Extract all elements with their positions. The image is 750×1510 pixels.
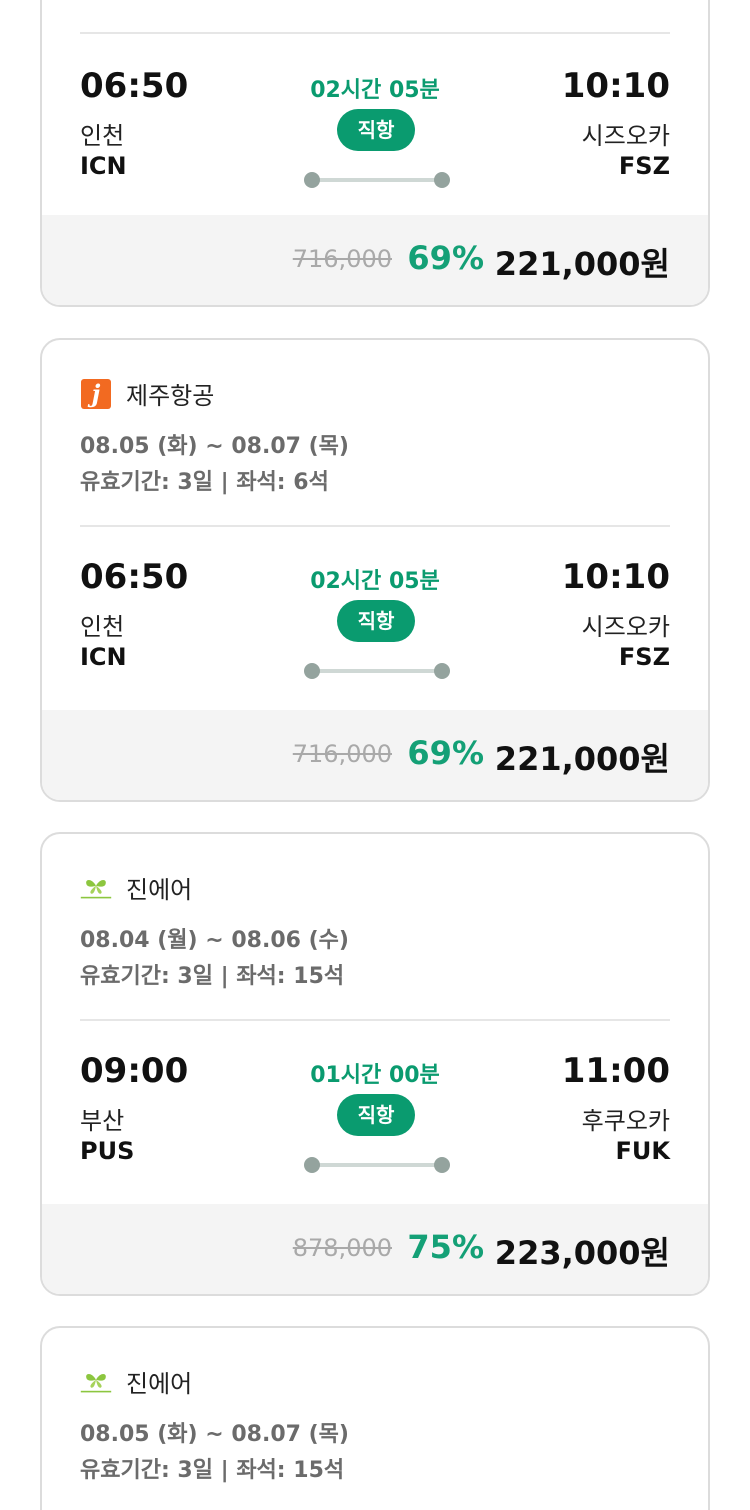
airline-row: j 제주항공: [80, 376, 214, 411]
airline-row: 진에어: [80, 1364, 192, 1399]
arrival-city: 시즈오카: [581, 613, 670, 641]
flight-segment: 06:50 인천 ICN 02시간 05분 직항 10:10 시즈오카 FSZ: [42, 525, 708, 710]
discount-rate: 75%: [407, 1228, 484, 1266]
travel-dates: 08.05 (화) ~ 08.07 (목): [80, 434, 349, 459]
arrival-code: FSZ: [618, 152, 670, 180]
departure-code: ICN: [80, 152, 127, 180]
arrival-code: FUK: [615, 1137, 670, 1165]
final-price: 223,000원: [494, 1234, 670, 1272]
flight-card[interactable]: 06:50 인천 ICN 02시간 05분 직항 10:10 시즈오카 FSZ …: [40, 0, 710, 307]
airline-name: 진에어: [126, 1370, 193, 1398]
discount-rate: 69%: [407, 239, 484, 277]
departure-code: PUS: [80, 1137, 135, 1165]
original-price: 878,000: [292, 1234, 392, 1262]
arrival-code: FSZ: [618, 643, 670, 671]
validity-seats: 유효기간: 3일 | 좌석: 6석: [80, 470, 329, 495]
flight-card[interactable]: 진에어 08.05 (화) ~ 08.07 (목) 유효기간: 3일 | 좌석:…: [40, 1326, 710, 1510]
travel-dates: 08.04 (월) ~ 08.06 (수): [80, 928, 349, 953]
jeju-air-logo-icon: j: [80, 378, 112, 410]
card-header: 진에어 08.05 (화) ~ 08.07 (목) 유효기간: 3일 | 좌석:…: [42, 1328, 708, 1510]
price-bar: 716,000 69% 221,000원: [42, 215, 708, 305]
departure-city: 부산: [80, 1107, 125, 1135]
airline-row: 진에어: [80, 870, 192, 905]
original-price: 716,000: [292, 740, 392, 768]
card-header: j 제주항공 08.05 (화) ~ 08.07 (목) 유효기간: 3일 | …: [42, 340, 708, 525]
discount-rate: 69%: [407, 734, 484, 772]
jin-air-logo-icon: [80, 1366, 112, 1398]
flight-card[interactable]: 진에어 08.04 (월) ~ 08.06 (수) 유효기간: 3일 | 좌석:…: [40, 832, 710, 1296]
departure-city: 인천: [80, 613, 125, 641]
price-bar: 716,000 69% 221,000원: [42, 710, 708, 800]
original-price: 716,000: [292, 245, 392, 273]
arrival-city: 후쿠오카: [581, 1107, 670, 1135]
arrival-time: 11:00: [561, 1051, 670, 1091]
price-bar: 878,000 75% 223,000원: [42, 1204, 708, 1294]
travel-dates: 08.05 (화) ~ 08.07 (목): [80, 1422, 349, 1447]
airline-name: 제주항공: [126, 382, 215, 410]
direct-badge: 직항: [337, 109, 415, 151]
validity-seats: 유효기간: 3일 | 좌석: 15석: [80, 1458, 345, 1483]
route-line-icon: [304, 663, 450, 679]
card-header: 진에어 08.04 (월) ~ 08.06 (수) 유효기간: 3일 | 좌석:…: [42, 834, 708, 1019]
route-line-icon: [304, 1157, 450, 1173]
final-price: 221,000원: [494, 245, 670, 283]
arrival-time: 10:10: [561, 557, 670, 597]
validity-seats: 유효기간: 3일 | 좌석: 15석: [80, 964, 345, 989]
arrival-city: 시즈오카: [581, 122, 670, 150]
route-line-icon: [304, 172, 450, 188]
flight-card[interactable]: j 제주항공 08.05 (화) ~ 08.07 (목) 유효기간: 3일 | …: [40, 338, 710, 802]
arrival-time: 10:10: [561, 66, 670, 106]
final-price: 221,000원: [494, 740, 670, 778]
departure-code: ICN: [80, 643, 127, 671]
direct-badge: 직항: [337, 600, 415, 642]
flight-segment: 09:00 부산 PUS 01시간 00분 직항 11:00 후쿠오카 FUK: [42, 1019, 708, 1204]
airline-name: 진에어: [126, 876, 193, 904]
flight-segment: 06:50 인천 ICN 02시간 05분 직항 10:10 시즈오카 FSZ: [42, 34, 708, 219]
departure-city: 인천: [80, 122, 125, 150]
jin-air-logo-icon: [80, 872, 112, 904]
direct-badge: 직항: [337, 1094, 415, 1136]
